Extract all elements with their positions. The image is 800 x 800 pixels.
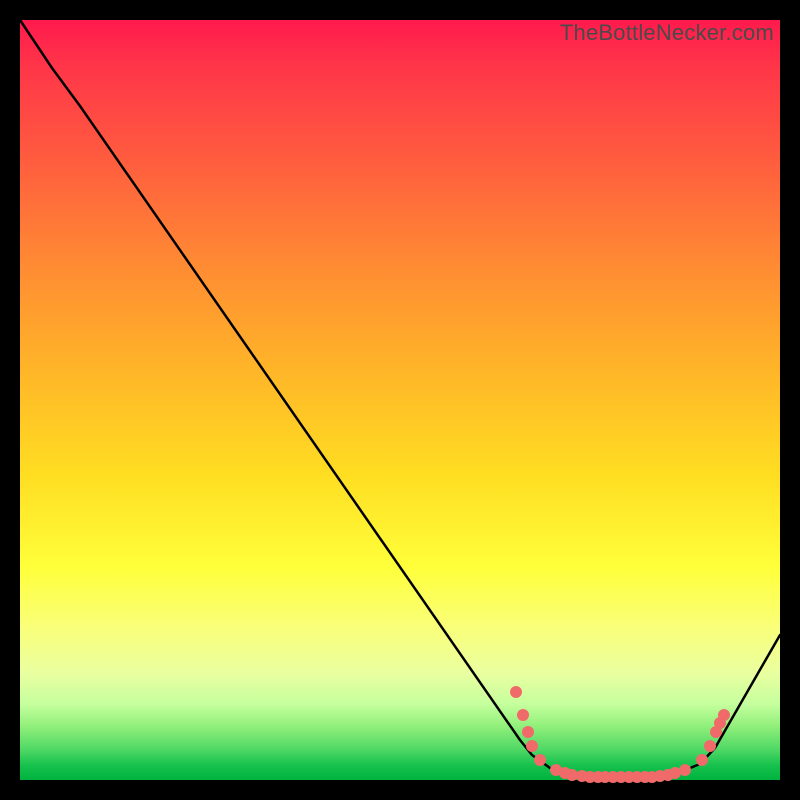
chart-frame: TheBottleNecker.com	[0, 0, 800, 800]
data-marker	[534, 754, 546, 766]
data-marker	[526, 740, 538, 752]
data-marker	[704, 740, 716, 752]
data-marker	[718, 709, 730, 721]
marker-group	[510, 686, 730, 783]
data-marker	[696, 754, 708, 766]
data-marker	[510, 686, 522, 698]
curve-layer	[20, 20, 780, 780]
plot-area: TheBottleNecker.com	[20, 20, 780, 780]
data-marker	[522, 726, 534, 738]
bottleneck-curve	[20, 20, 780, 777]
data-marker	[517, 709, 529, 721]
data-marker	[679, 764, 691, 776]
